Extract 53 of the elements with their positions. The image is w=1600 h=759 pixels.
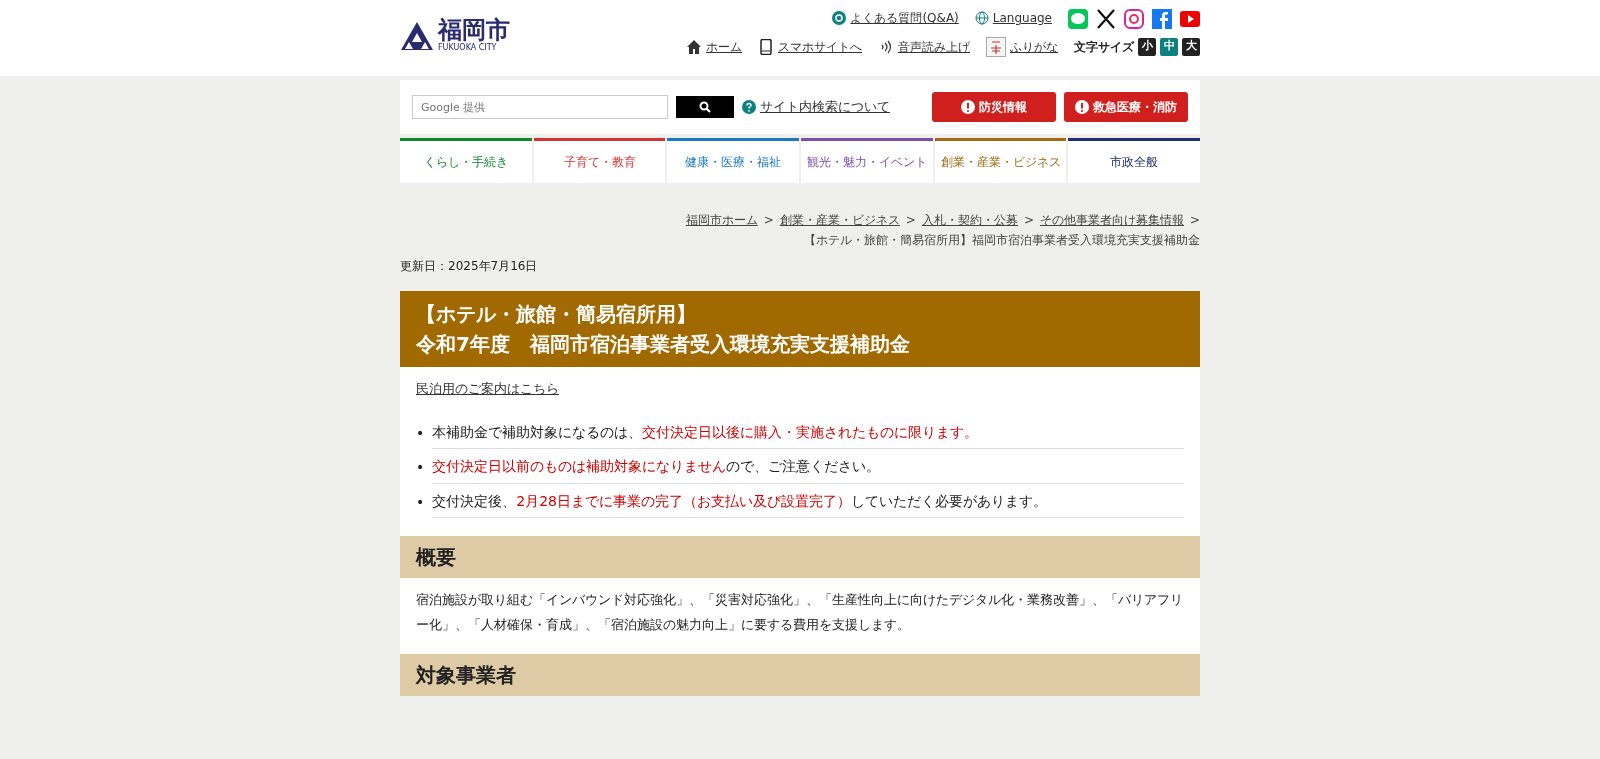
section-heading: 対象事業者: [400, 653, 1200, 696]
breadcrumb-separator: >: [763, 212, 774, 229]
nav-tab[interactable]: 市政全般: [1068, 138, 1201, 183]
search-button[interactable]: [676, 96, 734, 118]
alert-button[interactable]: 防災情報: [932, 92, 1056, 122]
breadcrumb-link[interactable]: その他事業者向け募集情報: [1039, 211, 1184, 229]
x-logo-icon[interactable]: [1096, 8, 1116, 29]
info-link[interactable]: 民泊用のご案内はこちら: [416, 381, 559, 396]
language-link[interactable]: Language: [974, 9, 1052, 28]
nav-tab[interactable]: 観光・魅力・イベント: [801, 138, 933, 183]
facebook-icon[interactable]: [1152, 8, 1172, 29]
logo-title: 福岡市: [438, 18, 510, 43]
text-size-button[interactable]: 中: [1160, 37, 1178, 56]
alert-button[interactable]: 救急医療・消防: [1064, 92, 1188, 122]
breadcrumb-current: 【ホテル・旅館・簡易宿所用】福岡市宿泊事業者受入環境充実支援補助金: [804, 232, 1200, 249]
exclamation-icon: [1075, 100, 1089, 114]
play-icon[interactable]: [1180, 8, 1200, 29]
exclamation-icon: [961, 100, 975, 114]
nav-tab[interactable]: 創業・産業・ビジネス: [934, 138, 1067, 183]
city-emblem-icon: [400, 21, 434, 52]
nav-tab[interactable]: 健康・医療・福祉: [667, 138, 799, 183]
house-icon: [686, 38, 702, 55]
breadcrumb-link[interactable]: 入札・契約・公募: [921, 211, 1018, 229]
breadcrumb-separator: >: [905, 212, 916, 229]
text-size-label: 文字サイズ: [1074, 38, 1134, 56]
breadcrumb-link[interactable]: 創業・産業・ビジネス: [779, 211, 900, 229]
home-link[interactable]: ホーム: [686, 37, 742, 56]
breadcrumb-link[interactable]: 福岡市ホーム: [685, 211, 758, 229]
breadcrumb-separator: >: [1023, 212, 1034, 229]
section-heading: 概要: [400, 536, 1200, 579]
search-icon: [699, 101, 711, 113]
breadcrumb-separator: >: [1189, 212, 1200, 229]
voice-link[interactable]: 音声読み上げ: [878, 37, 970, 56]
bullet-marker: •: [416, 458, 425, 478]
bullet-marker: •: [416, 423, 425, 443]
notice-text: 本補助金で補助対象になるのは、交付決定日以後に購入・実施されたものに限ります。: [432, 414, 1184, 450]
phone-link[interactable]: スマホサイトへ: [758, 37, 862, 56]
camera-icon[interactable]: [1124, 8, 1144, 29]
bullet-marker: •: [416, 492, 425, 512]
nav-tab[interactable]: くらし・手続き: [400, 138, 532, 183]
furigana-icon: [986, 36, 1006, 57]
logo-subtitle: FUKUOKA CITY: [438, 43, 497, 55]
page-title: 【ホテル・旅館・簡易宿所用】 令和7年度 福岡市宿泊事業者受入環境充実支援補助金: [400, 291, 1200, 367]
text-size-button[interactable]: 大: [1182, 37, 1200, 56]
updated-date: 更新日：2025年7月16日: [400, 258, 539, 275]
notice-text: 交付決定後、2月28日までに事業の完了（お支払い及び設置完了）していただく必要があります。: [432, 483, 1184, 519]
notice-text: 交付決定日以前のものは補助対象になりませんので、ご注意ください。: [432, 449, 1184, 484]
search-field[interactable]: Google 提供: [412, 95, 668, 119]
smartphone-icon: [758, 38, 774, 55]
text-size-button[interactable]: 小: [1138, 37, 1156, 56]
section-text: 宿泊施設が取り組む「インバウンド対応強化」、「災害対応強化」、「生産性向上に向けたデジタル化・業務改善」、「バリアフリー化」、「人材確保・育成」、「宿泊施設の魅力向上」に要する費用を支援します。: [416, 591, 1184, 634]
nav-tab[interactable]: 子育て・教育: [533, 138, 666, 183]
globe-icon: [974, 11, 989, 26]
